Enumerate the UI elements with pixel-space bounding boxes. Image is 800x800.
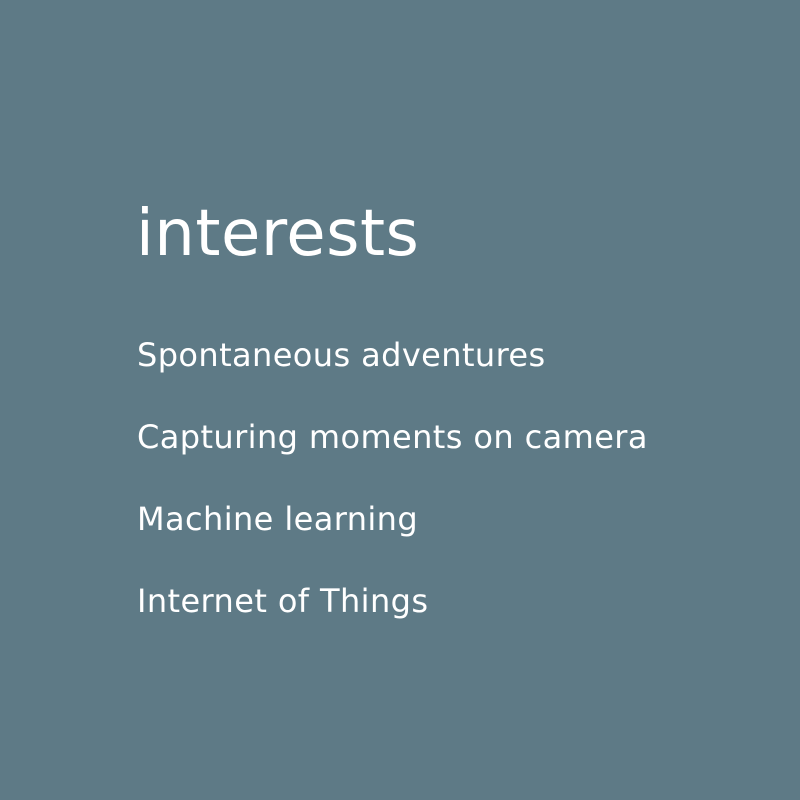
- interest-item-machine-learning: Machine learning: [137, 500, 419, 538]
- interests-card: interests Spontaneous adventures Capturi…: [0, 0, 800, 800]
- interest-item-spontaneous-adventures: Spontaneous adventures: [137, 336, 546, 374]
- interests-heading: interests: [136, 197, 420, 271]
- interests-list: Spontaneous adventures Capturing moments…: [137, 335, 648, 663]
- interest-item-internet-of-things: Internet of Things: [137, 582, 429, 620]
- interest-item-capturing-moments: Capturing moments on camera: [137, 418, 648, 456]
